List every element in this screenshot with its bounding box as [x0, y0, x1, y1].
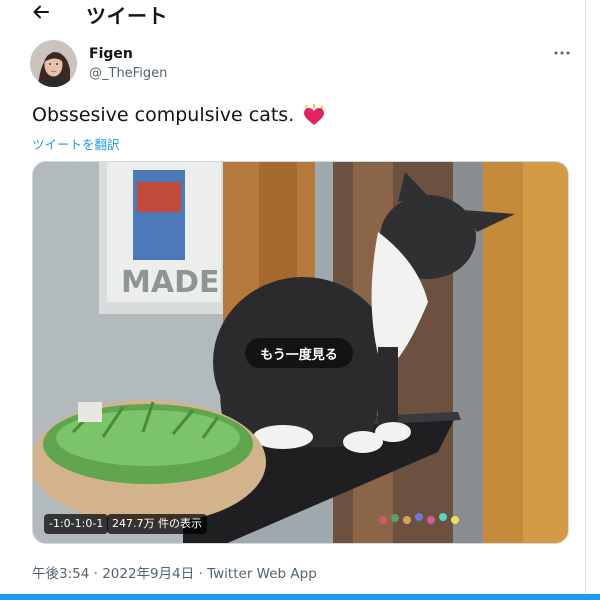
replay-button[interactable]: もう一度見る: [245, 338, 353, 368]
tweet-text: Obssesive compulsive cats.: [32, 104, 295, 126]
author-handle[interactable]: @_TheFigen: [89, 66, 167, 81]
avatar[interactable]: [30, 40, 77, 87]
meta-separator: ·: [194, 566, 208, 582]
tweet-meta: 午後3:54 · 2022年9月4日 · Twitter Web App: [32, 562, 317, 582]
heart-icon: [304, 104, 325, 125]
tweet-source-app[interactable]: Twitter Web App: [207, 566, 317, 582]
page-title: ツイート: [86, 4, 168, 28]
back-button[interactable]: [30, 1, 52, 23]
translate-tweet-link[interactable]: ツイートを翻訳: [32, 134, 120, 153]
video-time-badge: -1:0-1:0-1: [44, 514, 109, 534]
more-options-button[interactable]: [550, 44, 574, 62]
svg-text:MADE: MADE: [121, 265, 219, 300]
tweet-text-row: Obssesive compulsive cats.: [32, 104, 326, 126]
tweet-detail-page: ツイート Figen @_TheFigen Obssesive compulsi…: [0, 0, 600, 600]
top-header: ツイート: [0, 0, 585, 30]
author-name[interactable]: Figen: [89, 46, 133, 62]
more-horizontal-icon: [554, 51, 570, 55]
meta-separator: ·: [89, 566, 103, 582]
tweet-date[interactable]: 2022年9月4日: [102, 566, 194, 582]
arrow-left-icon: [33, 5, 49, 19]
avatar-image: [30, 40, 77, 87]
video-views-badge: 247.7万 件の表示: [107, 514, 207, 534]
bottom-accent-bar: [0, 594, 600, 600]
column-divider: [585, 0, 586, 600]
tweet-time[interactable]: 午後3:54: [32, 566, 89, 582]
